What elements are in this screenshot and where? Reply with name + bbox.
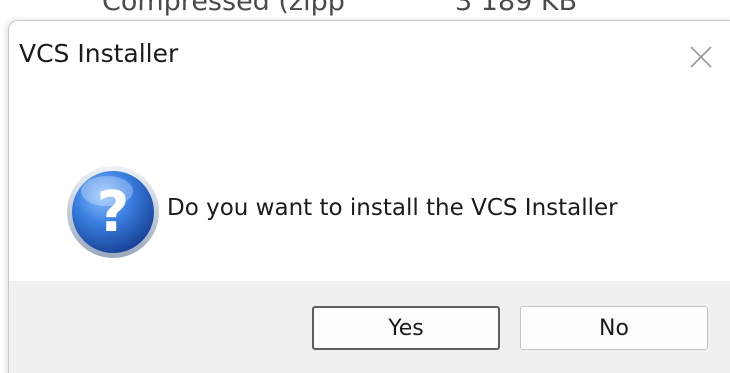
close-button[interactable] bbox=[679, 37, 723, 77]
svg-text:?: ? bbox=[97, 180, 129, 245]
message-dialog: VCS Installer ? Do you want to install t… bbox=[8, 20, 730, 373]
background-file-type: Compressed (zipp bbox=[102, 0, 345, 17]
dialog-content: ? Do you want to install the VCS Install… bbox=[9, 95, 730, 281]
dialog-message: Do you want to install the VCS Installer bbox=[167, 195, 618, 221]
no-button[interactable]: No bbox=[520, 306, 708, 350]
close-icon bbox=[690, 46, 712, 68]
dialog-title: VCS Installer bbox=[19, 39, 179, 68]
dialog-titlebar[interactable]: VCS Installer bbox=[9, 21, 730, 95]
background-file-size: 3 189 KB bbox=[455, 0, 578, 17]
question-icon: ? bbox=[63, 161, 163, 261]
dialog-button-bar: Yes No bbox=[9, 281, 730, 373]
yes-button[interactable]: Yes bbox=[312, 306, 500, 350]
screen: Compressed (zipp 3 189 KB VCS Installer bbox=[0, 0, 730, 373]
background-file-row: Compressed (zipp 3 189 KB bbox=[0, 0, 730, 17]
